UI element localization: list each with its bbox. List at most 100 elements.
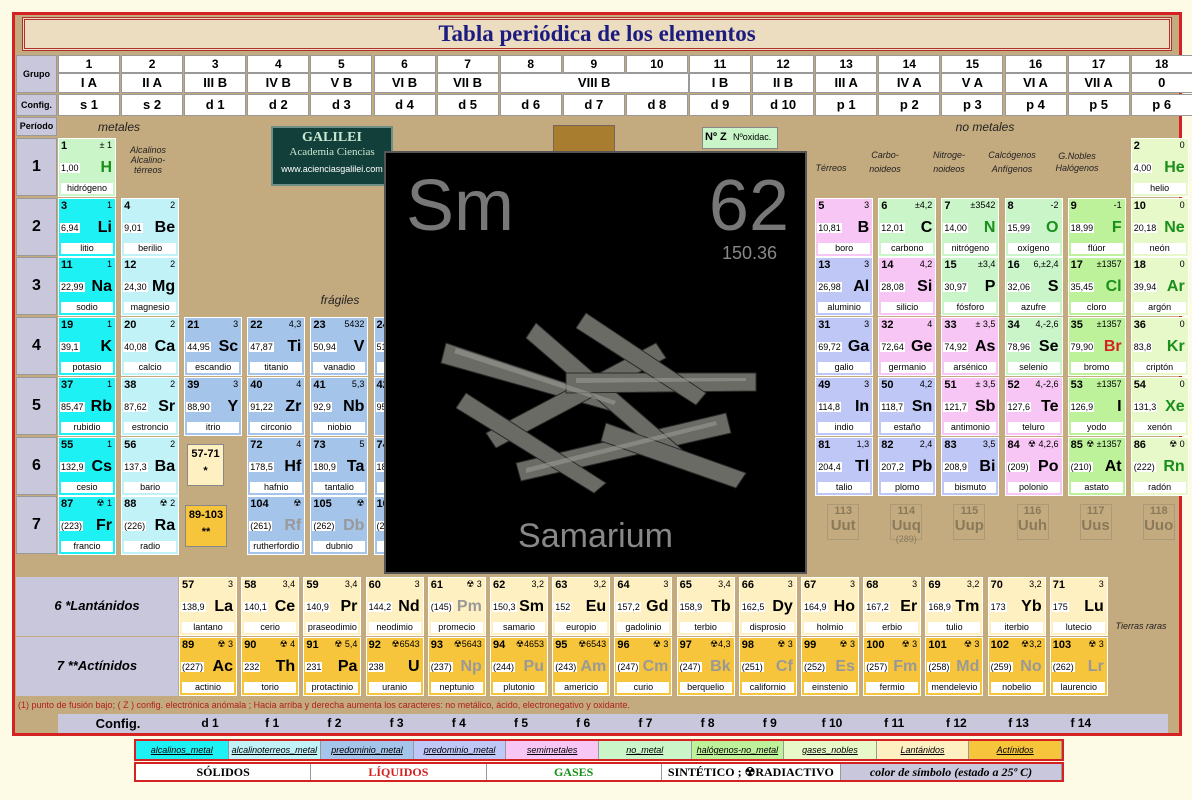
element-astato[interactable]: 85 ☢ ±1357 (210) At astato [1067,436,1126,496]
element-circonio[interactable]: 40 4 91,22 Zr circonio [247,376,306,436]
element-francio[interactable]: 87 ☢ 1 (223) Fr francio [58,496,116,556]
lanthanide-placeholder[interactable]: 57-71 * [187,444,224,486]
element-cerio[interactable]: 58 3,4 140,1 Ce cerio [241,577,300,636]
element-boro[interactable]: 5 3 10,81 Bboro [815,197,874,257]
element-uuo[interactable]: 118 Uuo [1142,504,1175,541]
element-talio[interactable]: 81 1,3 204,4 Tl talio [815,436,874,496]
actinide-placeholder[interactable]: 89-103 ** [185,505,227,547]
element-argón[interactable]: 18 0 39,94 Ar argón [1130,257,1189,317]
element-magnesio[interactable]: 12 2 24,30 Mg magnesio [121,257,180,317]
element-potasio[interactable]: 19 1 39,1 Kpotasio [58,317,116,377]
element-litio[interactable]: 3 1 6,94 Li litio [58,197,116,257]
element-niobio[interactable]: 41 5,3 92,9 Nb niobio [310,376,369,436]
element-estroncio[interactable]: 38 2 87,62 Sr estroncio [121,376,180,436]
element-azufre[interactable]: 16 6,±2,4 32,06 Sazufre [1004,257,1063,317]
element-helio[interactable]: 2 0 4,00 He helio [1130,138,1189,197]
element-europio[interactable]: 63 3,2 152 Eu europio [552,577,611,636]
element-mendelevio[interactable]: 101 ☢ 3 (258) Md mendelevio [925,637,984,696]
element-hafnio[interactable]: 72 4 178,5 Hf hafnio [247,436,306,496]
element-radón[interactable]: 86 ☢ 0 (222) Rn radón [1130,436,1189,496]
element-promecio[interactable]: 61 ☢ 3 (145) Pm promecio [427,577,486,636]
element-teluro[interactable]: 52 4,-2,6 127,6 Te teluro [1004,376,1063,436]
element-americio[interactable]: 95 ☢6543 (243) Am americio [552,637,611,696]
element-gadolinio[interactable]: 64 3 157,2 Gd gadolinio [614,577,673,636]
element-uranio[interactable]: 92 ☢6543 238 Uuranio [365,637,424,696]
element-erbio[interactable]: 68 3 167,2 Er erbio [863,577,922,636]
element-mass: 6,94 [60,222,80,233]
element-neptunio[interactable]: 93 ☢5643 (237) Np neptunio [427,637,486,696]
element-tulio[interactable]: 69 3,2 168,9 Tm tulio [925,577,984,636]
element-terbio[interactable]: 65 3,4 158,9 Tb terbio [676,577,735,636]
element-nitrógeno[interactable]: 7 ±3542 14,00 Nnitrógeno [941,197,1000,257]
element-galio[interactable]: 31 3 69,72 Ga galio [815,317,874,377]
element-berilio[interactable]: 4 2 9,01 Be berilio [121,197,180,257]
element-torio[interactable]: 90 ☢ 4 232 Th torio [241,637,300,696]
element-oxígeno[interactable]: 8 -2 15,99 Ooxígeno [1004,197,1063,257]
element-vanadio[interactable]: 23 5432 50,94 Vvanadio [310,317,369,377]
element-antimonio[interactable]: 51 ± 3,5 121,7 Sb antimonio [941,376,1000,436]
element-yodo[interactable]: 53 ±1357 126,9 Iyodo [1067,376,1126,436]
element-titanio[interactable]: 22 4,3 47,87 Ti titanio [247,317,306,377]
element-laurencio[interactable]: 103 ☢ 3 (262) Lr laurencio [1049,637,1108,696]
element-curio[interactable]: 96 ☢ 3 (247) Cm curio [614,637,673,696]
legend-state-2: GASES [487,764,662,780]
element-popup[interactable]: Sm 62 150.36 Samarium [384,151,807,574]
group-alt-4: IV B [247,73,310,93]
element-tantalio[interactable]: 73 5 180,9 Ta tantalio [310,436,369,496]
element-rubidio[interactable]: 37 1 85,47 Rb rubidio [58,376,116,436]
element-uut[interactable]: 113 Uut [827,504,860,541]
element-lutecio[interactable]: 71 3 175 Lu lutecio [1049,577,1108,636]
element-cloro[interactable]: 17 ±1357 35,45 Cl cloro [1067,257,1126,317]
element-criptón[interactable]: 36 0 83,8 Kr criptón [1130,317,1189,377]
element-disprosio[interactable]: 66 3 162,5 Dy disprosio [738,577,797,636]
element-bario[interactable]: 56 2 137,3 Ba bario [121,436,180,496]
element-actinio[interactable]: 89 ☢ 3 (227) Ac actinio [179,637,237,696]
element-iterbio[interactable]: 70 3,2 173 Yb iterbio [987,577,1046,636]
galilei-logo[interactable]: GALILEI Academia Ciencias www.acienciasg… [271,126,393,186]
element-indio[interactable]: 49 3 114,8 In indio [815,376,874,436]
element-silicio[interactable]: 14 4,2 28,08 Si silicio [878,257,937,317]
element-aluminio[interactable]: 13 3 26,98 Al aluminio [815,257,874,317]
element-sodio[interactable]: 11 1 22,99 Na sodio [58,257,116,317]
element-mass: 20,18 [1132,222,1158,233]
element-itrio[interactable]: 39 3 88,90 Yitrio [184,376,243,436]
element-lantano[interactable]: 57 3 138,9 La lantano [179,577,237,636]
element-nobelio[interactable]: 102 ☢3,2 (259) No nobelio [987,637,1046,696]
element-escandio[interactable]: 21 3 44,95 Sc escandio [184,317,243,377]
element-calcio[interactable]: 20 2 40,08 Ca calcio [121,317,180,377]
element-flúor[interactable]: 9 -1 18,99 Fflúor [1067,197,1126,257]
element-uuh[interactable]: 116 Uuh [1016,504,1049,541]
element-hidrógeno[interactable]: 1 ± 1 1,00 Hhidrógeno [58,138,116,197]
element-arsénico[interactable]: 33 ± 3,5 74,92 As arsénico [941,317,1000,377]
element-radio[interactable]: 88 ☢ 2 (226) Ra radio [121,496,180,556]
element-einstenio[interactable]: 99 ☢ 3 (252) Es einstenio [801,637,859,696]
element-neón[interactable]: 10 0 20,18 Ne neón [1130,197,1189,257]
element-californio[interactable]: 98 ☢ 3 (251) Cf californio [738,637,797,696]
element-bromo[interactable]: 35 ±1357 79,90 Br bromo [1067,317,1126,377]
element-xenón[interactable]: 54 0 131,3 Xe xenón [1130,376,1189,436]
element-number: 82 [881,438,894,451]
element-bismuto[interactable]: 83 3,5 208,9 Bi bismuto [941,436,1000,496]
element-rutherfordio[interactable]: 104 ☢ (261) Rf rutherfordio [247,496,306,556]
element-plutonio[interactable]: 94 ☢4653 (244) Pu plutonio [490,637,548,696]
element-berquelio[interactable]: 97 ☢4,3 (247) Bk berquelio [676,637,735,696]
element-uup[interactable]: 115 Uup [953,504,986,541]
element-cesio[interactable]: 55 1 132,9 Cs cesio [58,436,116,496]
element-name: americio [555,682,608,693]
element-estaño[interactable]: 50 4,2 118,7 Sn estaño [878,376,937,436]
element-uuq[interactable]: 114 Uuq (289) [890,504,923,544]
element-fósforo[interactable]: 15 ±3,4 30,97 Pfósforo [941,257,1000,317]
element-germanio[interactable]: 32 4 72,64 Ge germanio [878,317,937,377]
element-protactinio[interactable]: 91 ☢ 5,4 231 Pa protactinio [303,637,362,696]
element-samario[interactable]: 62 3,2 150,3 Sm samario [490,577,548,636]
element-neodimio[interactable]: 60 3 144,2 Nd neodimio [365,577,424,636]
element-holmio[interactable]: 67 3 164,9 Ho holmio [801,577,859,636]
element-carbono[interactable]: 6 ±4,2 12,01 Ccarbono [878,197,937,257]
element-uus[interactable]: 117 Uus [1079,504,1112,541]
element-fermio[interactable]: 100 ☢ 3 (257) Fm fermio [863,637,922,696]
element-polonio[interactable]: 84 ☢ 4,2,6 (209) Po polonio [1004,436,1063,496]
element-plomo[interactable]: 82 2,4 207,2 Pb plomo [878,436,937,496]
element-praseodimio[interactable]: 59 3,4 140,9 Pr praseodimio [303,577,362,636]
element-dubnio[interactable]: 105 ☢ (262) Db dubnio [310,496,369,556]
element-selenio[interactable]: 34 4,-2,6 78,96 Se selenio [1004,317,1063,377]
